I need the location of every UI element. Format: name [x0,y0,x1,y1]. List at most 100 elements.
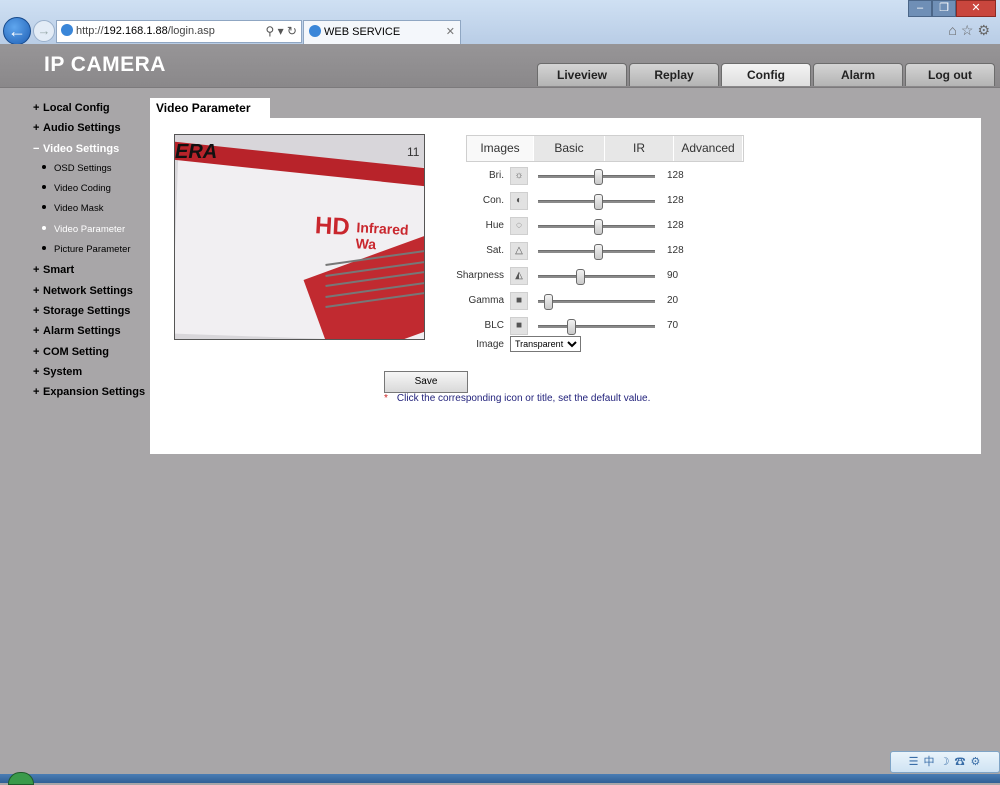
sidebar-item-alarm-settings[interactable]: + Alarm Settings [33,321,148,341]
slider-value-sat: 128 [667,245,684,256]
slider-track-gamma[interactable] [538,294,655,310]
address-path: /login.asp [167,25,215,37]
slider-thumb-hue[interactable] [593,219,603,235]
sidebar-subitem-label: Video Mask [54,203,104,215]
sidebar-subitem-label: Video Parameter [54,223,126,235]
subtab-images[interactable]: Images [467,136,534,161]
slider-track-con[interactable] [538,194,655,210]
sidebar-item-label: Expansion Settings [43,386,146,399]
page-favicon-icon [61,24,73,36]
subtab-basic[interactable]: Basic [534,136,605,161]
hint-asterisk: * [384,393,388,404]
preview-brand-text: ERA [175,141,218,163]
nav-tab-config[interactable]: Config [721,63,811,86]
minimize-icon[interactable]: – [908,0,932,17]
browser-tools: ⌂☆⚙ [948,22,994,39]
hue-icon[interactable]: ◌ [510,217,528,235]
expand-icon: + [33,386,40,399]
bullet-icon [42,246,46,251]
saturation-icon[interactable]: △ [510,242,528,260]
slider-track-blc[interactable] [538,319,655,335]
close-tab-icon[interactable]: ✕ [446,21,455,43]
search-refresh-icon[interactable]: ⚲ ▾ ↻ [265,21,297,42]
main-nav: Liveview Replay Config Alarm Log out [537,63,997,86]
sidebar-item-label: Storage Settings [43,304,131,317]
slider-track-hue[interactable] [538,219,655,235]
sidebar-item-expansion-settings[interactable]: + Expansion Settings [33,382,148,402]
preview-number-text: 11 [407,145,420,159]
slider-track-bri[interactable] [538,169,655,185]
sidebar-item-system[interactable]: + System [33,362,148,382]
slider-thumb-bri[interactable] [593,169,603,185]
config-sidebar: + Local Config + Audio Settings − Video Setti… [33,98,148,402]
hint-note: * Click the corresponding icon or title, … [384,393,650,404]
bullet-icon [42,164,46,169]
back-arrow-icon[interactable]: ← [3,17,31,45]
sidebar-subitem-video-mask[interactable]: Video Mask [33,199,148,219]
slider-thumb-sat[interactable] [593,244,603,260]
sidebar-item-video-settings[interactable]: − Video Settings [33,139,148,159]
slider-label-sharpness[interactable]: Sharpness [450,266,504,286]
slider-track-sat[interactable] [538,244,655,260]
panel-title: Video Parameter [150,98,270,118]
blc-icon[interactable]: ■ [510,317,528,335]
brightness-icon[interactable]: ☼ [510,167,528,185]
restore-icon[interactable]: ❐ [932,0,956,17]
slider-value-blc: 70 [667,320,679,331]
favorites-star-icon[interactable]: ☆ [961,22,978,38]
address-bar[interactable]: http://192.168.1.88/login.asp ⚲ ▾ ↻ [56,20,302,43]
image-mode-label: Image [476,339,504,350]
ime-toolbar[interactable]: ☰ 中 ☽ ☎ ⚙ [890,751,1000,773]
sidebar-subitem-label: OSD Settings [54,162,112,174]
contrast-icon[interactable]: ◐ [510,192,528,210]
nav-tab-alarm[interactable]: Alarm [813,63,903,86]
sidebar-subitem-video-coding[interactable]: Video Coding [33,179,148,199]
slider-value-con: 128 [667,195,684,206]
slider-thumb-sharpness[interactable] [576,269,586,285]
preview-text-lines [325,250,424,310]
slider-track-sharpness[interactable] [538,269,655,285]
taskbar [0,774,1000,783]
bullet-icon [42,225,46,230]
preview-infrared-text: Infrared Wa [355,219,409,253]
slider-label-con[interactable]: Con. [450,191,504,211]
address-prefix: http:// [76,25,104,37]
settings-gear-icon[interactable]: ⚙ [977,22,994,38]
sidebar-item-label: Network Settings [43,284,133,297]
home-icon[interactable]: ⌂ [948,22,960,38]
slider-label-hue[interactable]: Hue [450,216,504,236]
sidebar-subitem-video-parameter[interactable]: Video Parameter [33,220,148,240]
slider-thumb-con[interactable] [593,194,603,210]
nav-tab-log-out[interactable]: Log out [905,63,995,86]
slider-label-gamma[interactable]: Gamma [450,291,504,311]
nav-tab-replay[interactable]: Replay [629,63,719,86]
expand-icon: + [33,122,40,135]
sidebar-item-com-setting[interactable]: + COM Setting [33,342,148,362]
slider-label-bri[interactable]: Bri. [450,166,504,186]
sidebar-subitem-osd-settings[interactable]: OSD Settings [33,159,148,179]
sidebar-item-label: System [43,365,83,378]
sidebar-subitem-picture-parameter[interactable]: Picture Parameter [33,240,148,260]
forward-arrow-icon[interactable]: → [33,20,55,42]
sidebar-item-storage-settings[interactable]: + Storage Settings [33,301,148,321]
nav-tab-liveview[interactable]: Liveview [537,63,627,86]
sidebar-item-network-settings[interactable]: + Network Settings [33,281,148,301]
sidebar-item-local-config[interactable]: + Local Config [33,98,148,118]
video-parameter-panel: ERA 11 HD Infrared Wa Images Basic IR Advan… [150,118,981,454]
save-button[interactable]: Save [384,371,468,393]
slider-value-sharpness: 90 [667,270,679,281]
collapse-icon: − [33,142,40,155]
close-window-icon[interactable]: ✕ [956,0,996,17]
sharpness-icon[interactable]: ◭ [510,267,528,285]
sidebar-item-smart[interactable]: + Smart [33,260,148,280]
slider-thumb-blc[interactable] [567,319,577,335]
slider-thumb-gamma[interactable] [544,294,554,310]
subtab-ir[interactable]: IR [605,136,674,161]
slider-label-sat[interactable]: Sat. [450,241,504,261]
slider-label-blc[interactable]: BLC [450,316,504,336]
sidebar-item-audio-settings[interactable]: + Audio Settings [33,118,148,138]
browser-tab[interactable]: WEB SERVICE ✕ [303,20,461,44]
subtab-advanced[interactable]: Advanced [674,136,743,161]
gamma-icon[interactable]: ■ [510,292,528,310]
image-mode-select[interactable]: Transparent [510,336,581,352]
